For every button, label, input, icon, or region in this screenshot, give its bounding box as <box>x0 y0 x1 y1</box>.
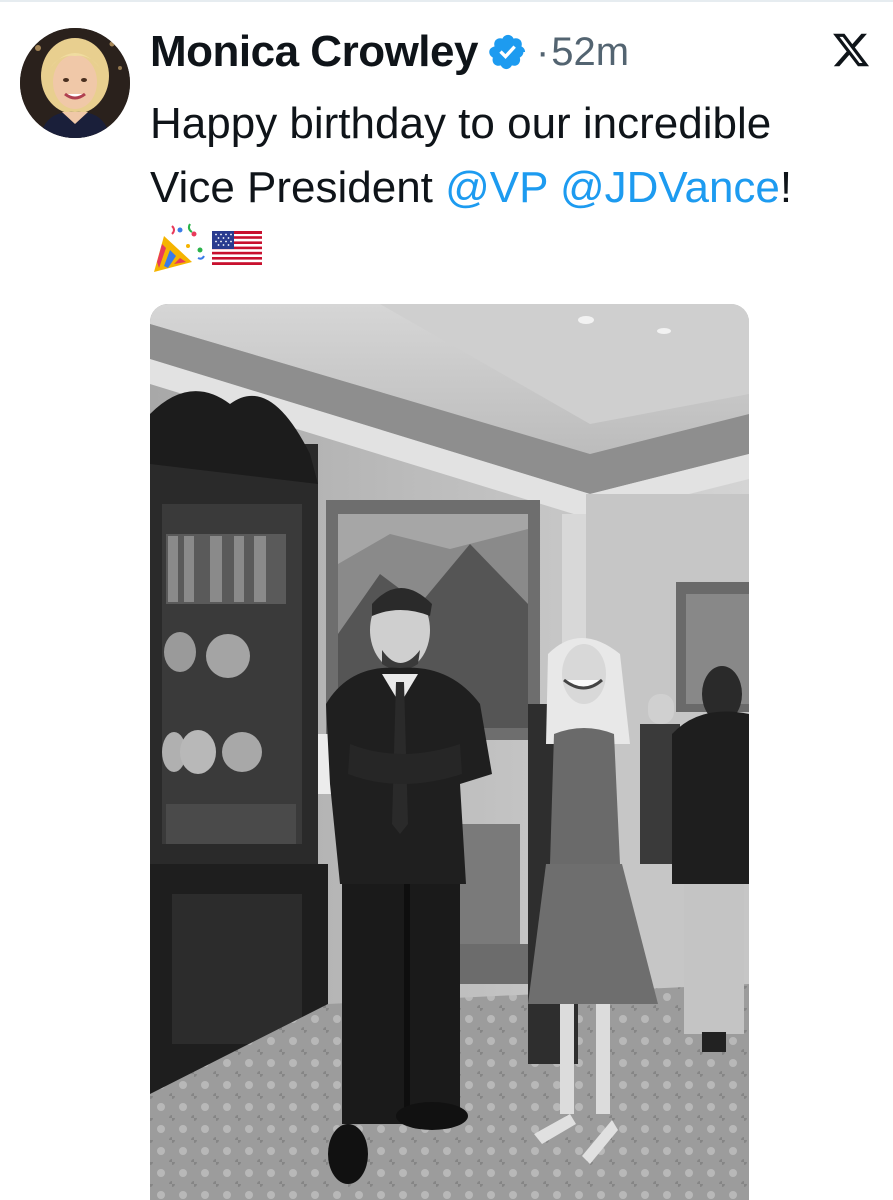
tweet-header: Monica Crowley · 52m <box>150 22 629 82</box>
emoji-row <box>150 222 262 279</box>
mention-vp[interactable]: @VP <box>445 163 548 212</box>
divider <box>0 0 893 2</box>
timestamp[interactable]: 52m <box>551 30 629 75</box>
separator-dot: · <box>535 29 550 74</box>
avatar[interactable] <box>20 28 130 138</box>
mention-jdvance[interactable]: @JDVance <box>560 163 780 212</box>
text-fragment: ! <box>779 163 793 212</box>
verified-badge-icon <box>488 32 528 72</box>
tweet-card[interactable]: Monica Crowley · 52m Happy birthday to o… <box>0 0 893 1200</box>
tweet-photo[interactable] <box>150 304 749 1200</box>
us-flag-icon <box>212 231 262 270</box>
tweet-text-line-2: Vice President @VP @JDVance! <box>150 156 870 220</box>
tweet-text: Happy birthday to our incredible Vice Pr… <box>150 92 870 220</box>
text-space <box>548 163 560 212</box>
text-fragment: Vice President <box>150 163 446 212</box>
display-name[interactable]: Monica Crowley <box>150 27 478 77</box>
party-popper-icon <box>150 222 206 279</box>
tweet-text-line-1: Happy birthday to our incredible <box>150 99 772 148</box>
x-logo-icon[interactable] <box>831 30 871 70</box>
